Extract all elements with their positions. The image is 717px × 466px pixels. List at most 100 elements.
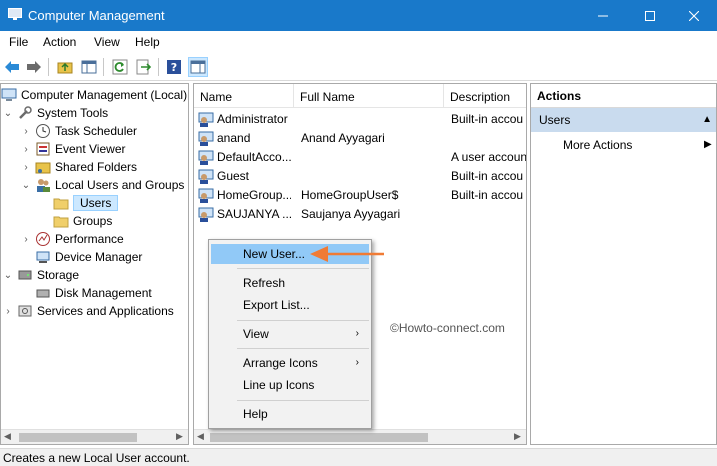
tree-item-storage[interactable]: ⌄ Storage [3, 266, 79, 284]
scrollbar-thumb[interactable] [210, 433, 428, 442]
list-header: Name Full Name Description [194, 84, 526, 108]
toolbar: ? [0, 53, 717, 81]
context-menu: New User... Refresh Export List... View … [208, 239, 372, 429]
forward-button[interactable] [24, 57, 44, 77]
expand-chevron-icon[interactable]: › [21, 144, 31, 155]
menu-help[interactable]: Help [135, 35, 160, 49]
scroll-right-icon[interactable]: ▶ [176, 431, 183, 442]
tree-item-groups[interactable]: Groups [53, 212, 112, 230]
expand-chevron-icon[interactable]: › [21, 162, 31, 173]
user-name: anand [217, 131, 251, 145]
tree-item-local-users-and-groups[interactable]: ⌄ Local Users and Groups [21, 176, 184, 194]
services-icon [18, 305, 32, 317]
collapse-up-icon[interactable]: ▲ [702, 108, 712, 132]
more-actions-item[interactable]: More Actions [563, 136, 632, 154]
refresh-icon [112, 59, 128, 75]
menu-file[interactable]: File [9, 35, 28, 49]
disk-icon [36, 289, 50, 298]
computer-icon [1, 88, 17, 101]
folder-up-icon [57, 62, 73, 74]
tree-item-users[interactable]: Users [53, 194, 119, 212]
table-row[interactable]: anand Anand Ayyagari [194, 129, 526, 148]
export-icon [136, 59, 152, 75]
maximize-button[interactable] [627, 0, 673, 31]
menu-item-arrange-icons-label: Arrange Icons [243, 356, 318, 370]
column-header-name[interactable]: Name [194, 84, 294, 108]
column-header-full-name[interactable]: Full Name [294, 84, 444, 108]
menu-item-arrange-icons[interactable]: Arrange Icons › [211, 353, 369, 373]
expand-chevron-icon[interactable]: › [21, 234, 31, 245]
submenu-arrow-icon: › [355, 328, 359, 339]
tree-item-shared-folders[interactable]: › Shared Folders [21, 158, 137, 176]
back-button[interactable] [2, 57, 22, 77]
scroll-left-icon[interactable]: ◀ [197, 431, 204, 442]
up-folder-button[interactable] [55, 57, 75, 77]
tree-item-device-manager[interactable]: Device Manager [35, 248, 142, 266]
menu-action[interactable]: Action [43, 35, 76, 49]
user-description: Built-in accou [451, 169, 524, 183]
user-icon [198, 112, 214, 127]
back-arrow-icon [5, 61, 19, 73]
user-name: DefaultAcco... [217, 150, 291, 164]
expand-chevron-icon[interactable]: › [21, 126, 31, 137]
tree-item-system-tools[interactable]: ⌄ System Tools [3, 104, 108, 122]
tree-item-disk-management[interactable]: Disk Management [35, 284, 152, 302]
table-row[interactable]: HomeGroup... HomeGroupUser$ Built-in acc… [194, 186, 526, 205]
console-tree-icon [81, 60, 97, 74]
actions-section-label: Users [539, 113, 571, 127]
submenu-arrow-icon: › [355, 357, 359, 368]
user-full-name: Anand Ayyagari [301, 131, 385, 145]
collapse-chevron-icon[interactable]: ⌄ [3, 270, 13, 281]
users-group-icon [37, 179, 50, 192]
help-button[interactable]: ? [164, 57, 184, 77]
show-hide-tree-button[interactable] [79, 57, 99, 77]
menu-item-view[interactable]: View › [211, 324, 369, 344]
tree-item-task-scheduler[interactable]: › Task Scheduler [21, 122, 137, 140]
menu-item-export-list[interactable]: Export List... [211, 295, 369, 315]
list-horizontal-scrollbar[interactable]: ◀ ▶ [194, 429, 526, 444]
scroll-right-icon[interactable]: ▶ [514, 431, 521, 442]
expand-chevron-icon[interactable]: › [3, 306, 13, 317]
tree-item-performance[interactable]: › Performance [21, 230, 124, 248]
user-icon [198, 131, 214, 146]
actions-section-users[interactable]: Users ▲ [531, 108, 716, 132]
tree-item-computer-management[interactable]: Computer Management (Local) [1, 86, 187, 104]
scroll-left-icon[interactable]: ◀ [4, 431, 11, 442]
menu-item-help[interactable]: Help [211, 404, 369, 424]
device-manager-icon [36, 251, 50, 263]
user-description: A user accoun [451, 150, 526, 164]
scrollbar-thumb[interactable] [19, 433, 137, 442]
table-row[interactable]: Administrator Built-in accou [194, 110, 526, 129]
table-row[interactable]: Guest Built-in accou [194, 167, 526, 186]
tree-item-event-viewer[interactable]: › Event Viewer [21, 140, 125, 158]
refresh-button[interactable] [110, 57, 130, 77]
menu-item-line-up-icons[interactable]: Line up Icons [211, 375, 369, 395]
table-row[interactable]: SAUJANYA ... Saujanya Ayyagari [194, 205, 526, 224]
export-list-button[interactable] [134, 57, 154, 77]
status-text: Creates a new Local User account. [3, 451, 190, 465]
table-row[interactable]: DefaultAcco... A user accoun [194, 148, 526, 167]
user-name: Administrator [217, 112, 288, 126]
menu-item-refresh[interactable]: Refresh [211, 273, 369, 293]
watermark: ©Howto-connect.com [390, 321, 505, 335]
show-hide-action-pane-button[interactable] [188, 57, 208, 77]
user-description: Built-in accou [451, 112, 524, 126]
clock-icon [36, 124, 50, 138]
forward-arrow-icon [27, 61, 41, 73]
user-full-name: HomeGroupUser$ [301, 188, 399, 202]
computer-management-icon [8, 8, 22, 20]
actions-header: Actions [531, 84, 716, 108]
tree-item-services-and-applications[interactable]: › Services and Applications [3, 302, 173, 320]
user-description: Built-in accou [451, 188, 524, 202]
menu-view[interactable]: View [94, 35, 120, 49]
close-button[interactable] [671, 0, 717, 31]
help-icon: ? [167, 60, 181, 74]
minimize-button[interactable] [580, 0, 626, 31]
tree-horizontal-scrollbar[interactable]: ◀ ▶ [1, 429, 188, 444]
collapse-chevron-icon[interactable]: ⌄ [21, 180, 31, 191]
user-icon [198, 169, 214, 184]
user-icon [198, 188, 214, 203]
collapse-chevron-icon[interactable]: ⌄ [3, 108, 13, 119]
maximize-icon [645, 10, 655, 21]
column-header-description[interactable]: Description [444, 84, 526, 108]
